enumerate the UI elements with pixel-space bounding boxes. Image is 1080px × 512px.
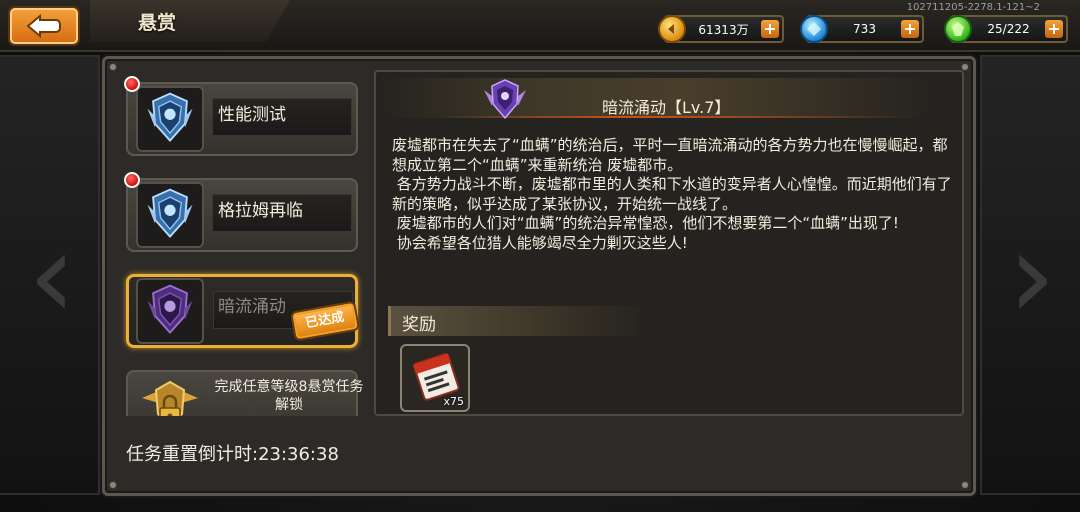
back-button[interactable]: [8, 6, 80, 46]
purple-rank-emblem-icon: [136, 278, 204, 344]
energy-currency: 25/222 +: [944, 15, 1068, 43]
quest-label: 格拉姆再临: [218, 201, 303, 221]
top-bar: 悬赏 102711205-2278.1-121~2 61313万 + 733 +…: [0, 0, 1080, 52]
quest-title: 暗流涌动【Lv.7】: [602, 98, 731, 117]
frame-bolt: [961, 481, 969, 489]
background-chevron-right: ›: [1008, 207, 1056, 346]
gem-currency: 733 +: [800, 15, 924, 43]
notification-dot: [124, 172, 140, 188]
reward-item-slot[interactable]: x75: [400, 344, 470, 412]
blue-rank-emblem-icon: [136, 86, 204, 152]
quest-list[interactable]: 性能测试 格拉姆再临 暗流涌动 已达成 完成任意等级8悬赏任务解锁: [118, 72, 366, 416]
gold-currency: 61313万 +: [658, 15, 784, 43]
reward-quantity: x75: [443, 395, 464, 408]
reward-title: 奖励: [402, 315, 436, 335]
title-tab: [90, 0, 290, 42]
quest-item-gram-returns[interactable]: 格拉姆再临: [122, 172, 360, 252]
diamond-icon: [800, 15, 828, 43]
add-gold-button[interactable]: +: [761, 20, 779, 38]
locked-emblem-icon: [136, 374, 204, 416]
add-energy-button[interactable]: +: [1045, 20, 1063, 38]
locked-quest-label: 完成任意等级8悬赏任务解锁: [214, 379, 364, 413]
quest-detail-panel: 暗流涌动【Lv.7】 废墟都市在失去了“血螨”的统治后，平时一直暗流涌动的各方势…: [374, 70, 964, 416]
quest-item-undercurrent[interactable]: 暗流涌动 已达成: [122, 268, 360, 348]
quest-description: 废墟都市在失去了“血螨”的统治后，平时一直暗流涌动的各方势力也在慢慢崛起，都想成…: [392, 136, 952, 252]
purple-rank-emblem-icon: [480, 78, 530, 122]
energy-crystal-icon: [944, 15, 972, 43]
gem-amount: 733: [853, 22, 876, 36]
energy-amount: 25/222: [987, 22, 1030, 36]
notification-dot: [124, 76, 140, 92]
gold-coin-icon: [658, 15, 686, 43]
page-title: 悬赏: [138, 12, 177, 34]
quest-item-locked[interactable]: 完成任意等级8悬赏任务解锁: [122, 364, 363, 416]
quest-item-performance-test[interactable]: 性能测试: [122, 76, 360, 156]
blue-rank-emblem-icon: [136, 182, 204, 248]
quest-label: 暗流涌动: [218, 297, 286, 317]
add-gem-button[interactable]: +: [901, 20, 919, 38]
reset-countdown: 任务重置倒计时:23:36:38: [126, 444, 339, 465]
back-arrow-icon: [26, 13, 61, 39]
build-id: 102711205-2278.1-121~2: [906, 2, 1040, 13]
gold-amount: 61313万: [698, 22, 749, 37]
frame-bolt: [109, 63, 117, 71]
background-right-panel: ›: [980, 55, 1080, 495]
frame-bolt: [109, 481, 117, 489]
background-left-panel: ‹: [0, 55, 100, 495]
quest-label: 性能测试: [218, 105, 286, 125]
background-chevron-left: ‹: [28, 207, 76, 346]
